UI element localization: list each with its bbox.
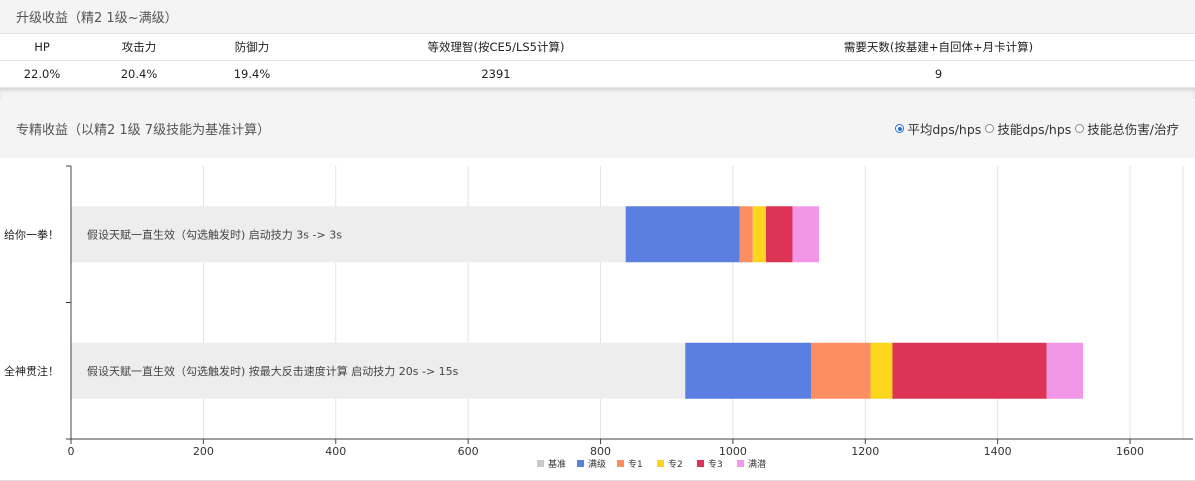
x-tick-label: 200 bbox=[193, 445, 214, 458]
x-tick-label: 400 bbox=[325, 445, 346, 458]
mastery-section-title: 专精收益（以精2 1级 7级技能为基准计算） bbox=[16, 123, 271, 138]
metric-radio-group: 平均dps/hps 技能dps/hps 技能总伤害/治疗 bbox=[895, 119, 1179, 138]
legend-label: 满潜 bbox=[748, 458, 766, 470]
radio-total-damage-label: 技能总伤害/治疗 bbox=[1087, 122, 1179, 137]
legend-swatch bbox=[577, 460, 584, 467]
header-days: 需要天数(按基建+自回体+月卡计算) bbox=[682, 34, 1195, 61]
legend-swatch bbox=[617, 460, 624, 467]
legend-label: 满级 bbox=[588, 458, 606, 470]
bar-segment bbox=[870, 342, 893, 399]
x-tick-label: 800 bbox=[590, 445, 611, 458]
value-def: 19.4% bbox=[194, 60, 310, 88]
bar-segment bbox=[811, 342, 871, 399]
radio-avg-dps-label: 平均dps/hps bbox=[907, 122, 982, 137]
radio-avg-dps-indicator[interactable] bbox=[895, 124, 905, 133]
x-tick-label: 1400 bbox=[984, 445, 1012, 458]
bar-segment bbox=[1046, 342, 1084, 399]
upgrade-section-header: 升级收益（精2 1级~满级） bbox=[0, 0, 1195, 34]
radio-skill-dps-indicator[interactable] bbox=[985, 124, 995, 133]
x-tick-label: 1600 bbox=[1116, 445, 1144, 458]
radio-total-damage[interactable]: 技能总伤害/治疗 bbox=[1075, 119, 1179, 138]
legend-swatch bbox=[537, 460, 544, 467]
x-tick-label: 600 bbox=[458, 445, 479, 458]
x-tick-label: 1200 bbox=[851, 445, 879, 458]
bar-annotation: 假设天赋一直生效（勾选触发时) 启动技力 3s -> 3s bbox=[87, 227, 342, 241]
legend-label: 专1 bbox=[628, 458, 643, 470]
legend-swatch bbox=[697, 460, 704, 467]
y-tick-label: 给你一拳！ bbox=[4, 227, 59, 241]
value-atk: 20.4% bbox=[84, 60, 194, 88]
header-hp: HP bbox=[0, 34, 84, 61]
radio-skill-dps-label: 技能dps/hps bbox=[997, 122, 1072, 137]
bar-segment bbox=[766, 206, 793, 263]
bar-segment bbox=[739, 206, 753, 263]
legend-swatch bbox=[657, 460, 664, 467]
radio-avg-dps[interactable]: 平均dps/hps bbox=[895, 119, 981, 138]
radio-total-damage-indicator[interactable] bbox=[1075, 124, 1085, 133]
header-sanity: 等效理智(按CE5/LS5计算) bbox=[310, 34, 682, 61]
bar-segment bbox=[625, 206, 740, 263]
bar-segment bbox=[685, 342, 812, 399]
legend-swatch bbox=[737, 460, 744, 467]
bar-segment bbox=[752, 206, 766, 263]
value-sanity: 2391 bbox=[310, 60, 682, 88]
section-divider bbox=[0, 88, 1195, 99]
upgrade-header-row: HP 攻击力 防御力 等效理智(按CE5/LS5计算) 需要天数(按基建+自回体… bbox=[0, 34, 1195, 61]
legend-label: 专3 bbox=[708, 458, 723, 470]
value-hp: 22.0% bbox=[0, 60, 84, 88]
value-days: 9 bbox=[682, 60, 1195, 88]
y-tick-label: 全神贯注！ bbox=[4, 364, 59, 378]
radio-skill-dps[interactable]: 技能dps/hps bbox=[985, 119, 1071, 138]
x-tick-label: 1000 bbox=[719, 445, 747, 458]
x-tick-label: 0 bbox=[68, 445, 75, 458]
bar-segment bbox=[892, 342, 1047, 399]
legend-label: 专2 bbox=[668, 458, 683, 470]
upgrade-table: HP 攻击力 防御力 等效理智(按CE5/LS5计算) 需要天数(按基建+自回体… bbox=[0, 34, 1195, 88]
mastery-chart: 假设天赋一直生效（勾选触发时) 启动技力 3s -> 3s 给你一拳！ 假设天赋一直… bbox=[4, 165, 1193, 470]
mastery-section-header: 专精收益（以精2 1级 7级技能为基准计算） 平均dps/hps 技能dps/h… bbox=[0, 99, 1195, 158]
upgrade-section-title: 升级收益（精2 1级~满级） bbox=[16, 11, 178, 26]
bar-annotation: 假设天赋一直生效（勾选触发时) 按最大反击速度计算 启动技力 20s -> 15… bbox=[87, 364, 459, 378]
bar-segment bbox=[792, 206, 819, 263]
upgrade-value-row: 22.0% 20.4% 19.4% 2391 9 bbox=[0, 60, 1195, 88]
header-def: 防御力 bbox=[194, 34, 310, 61]
header-atk: 攻击力 bbox=[84, 34, 194, 61]
legend-label: 基准 bbox=[548, 458, 566, 470]
